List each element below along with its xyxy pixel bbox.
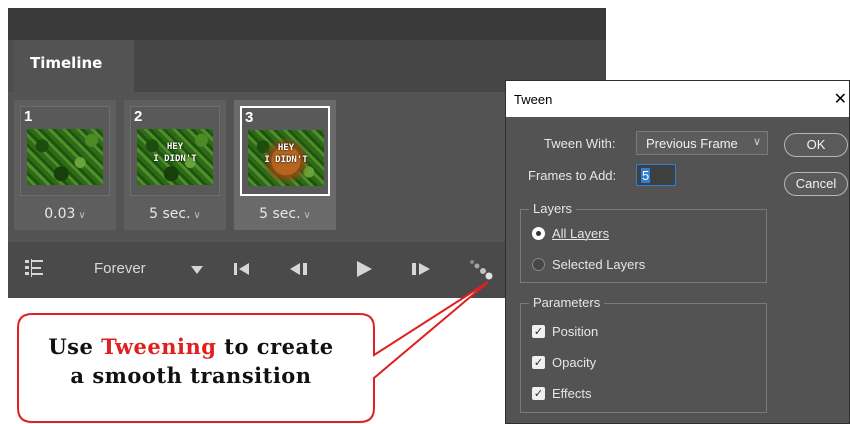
frames-to-add-label: Frames to Add: [528, 168, 617, 183]
selected-layers-radio[interactable] [532, 258, 545, 271]
tween-with-select[interactable]: Previous Frame ∨ [636, 131, 768, 155]
all-layers-radio[interactable] [532, 227, 545, 240]
opacity-label[interactable]: Opacity [552, 355, 596, 370]
callout-line-1: Use Tweening to create [20, 332, 362, 361]
dialog-title: Tween [514, 92, 553, 107]
position-checkbox[interactable]: ✓ [532, 325, 545, 338]
ok-button[interactable]: OK [784, 133, 848, 157]
effects-label[interactable]: Effects [552, 386, 592, 401]
tween-with-value: Previous Frame [646, 136, 738, 151]
tween-with-label: Tween With: [544, 136, 616, 151]
callout-line-2: a smooth transition [70, 363, 312, 388]
dialog-title-bar: Tween ✕ [506, 81, 849, 117]
parameters-group-title: Parameters [529, 295, 605, 310]
selected-layers-label[interactable]: Selected Layers [552, 257, 645, 272]
effects-checkbox[interactable]: ✓ [532, 387, 545, 400]
callout-text-post: to create [224, 334, 334, 359]
layers-group-title: Layers [529, 201, 577, 216]
callout-text-pre: Use [48, 334, 94, 359]
callout-text: Use Tweening to create a smooth transiti… [20, 332, 362, 390]
cancel-button[interactable]: Cancel [784, 172, 848, 196]
frames-to-add-input[interactable]: 5 [636, 164, 676, 186]
frames-to-add-value: 5 [641, 168, 651, 183]
callout-highlight: Tweening [101, 334, 217, 359]
tween-dialog: Tween ✕ Tween With: Previous Frame ∨ Fra… [505, 80, 850, 424]
chevron-down-icon: ∨ [752, 136, 761, 148]
close-icon[interactable]: ✕ [834, 89, 847, 109]
position-label[interactable]: Position [552, 324, 598, 339]
all-layers-label[interactable]: All Layers [552, 226, 609, 241]
opacity-checkbox[interactable]: ✓ [532, 356, 545, 369]
